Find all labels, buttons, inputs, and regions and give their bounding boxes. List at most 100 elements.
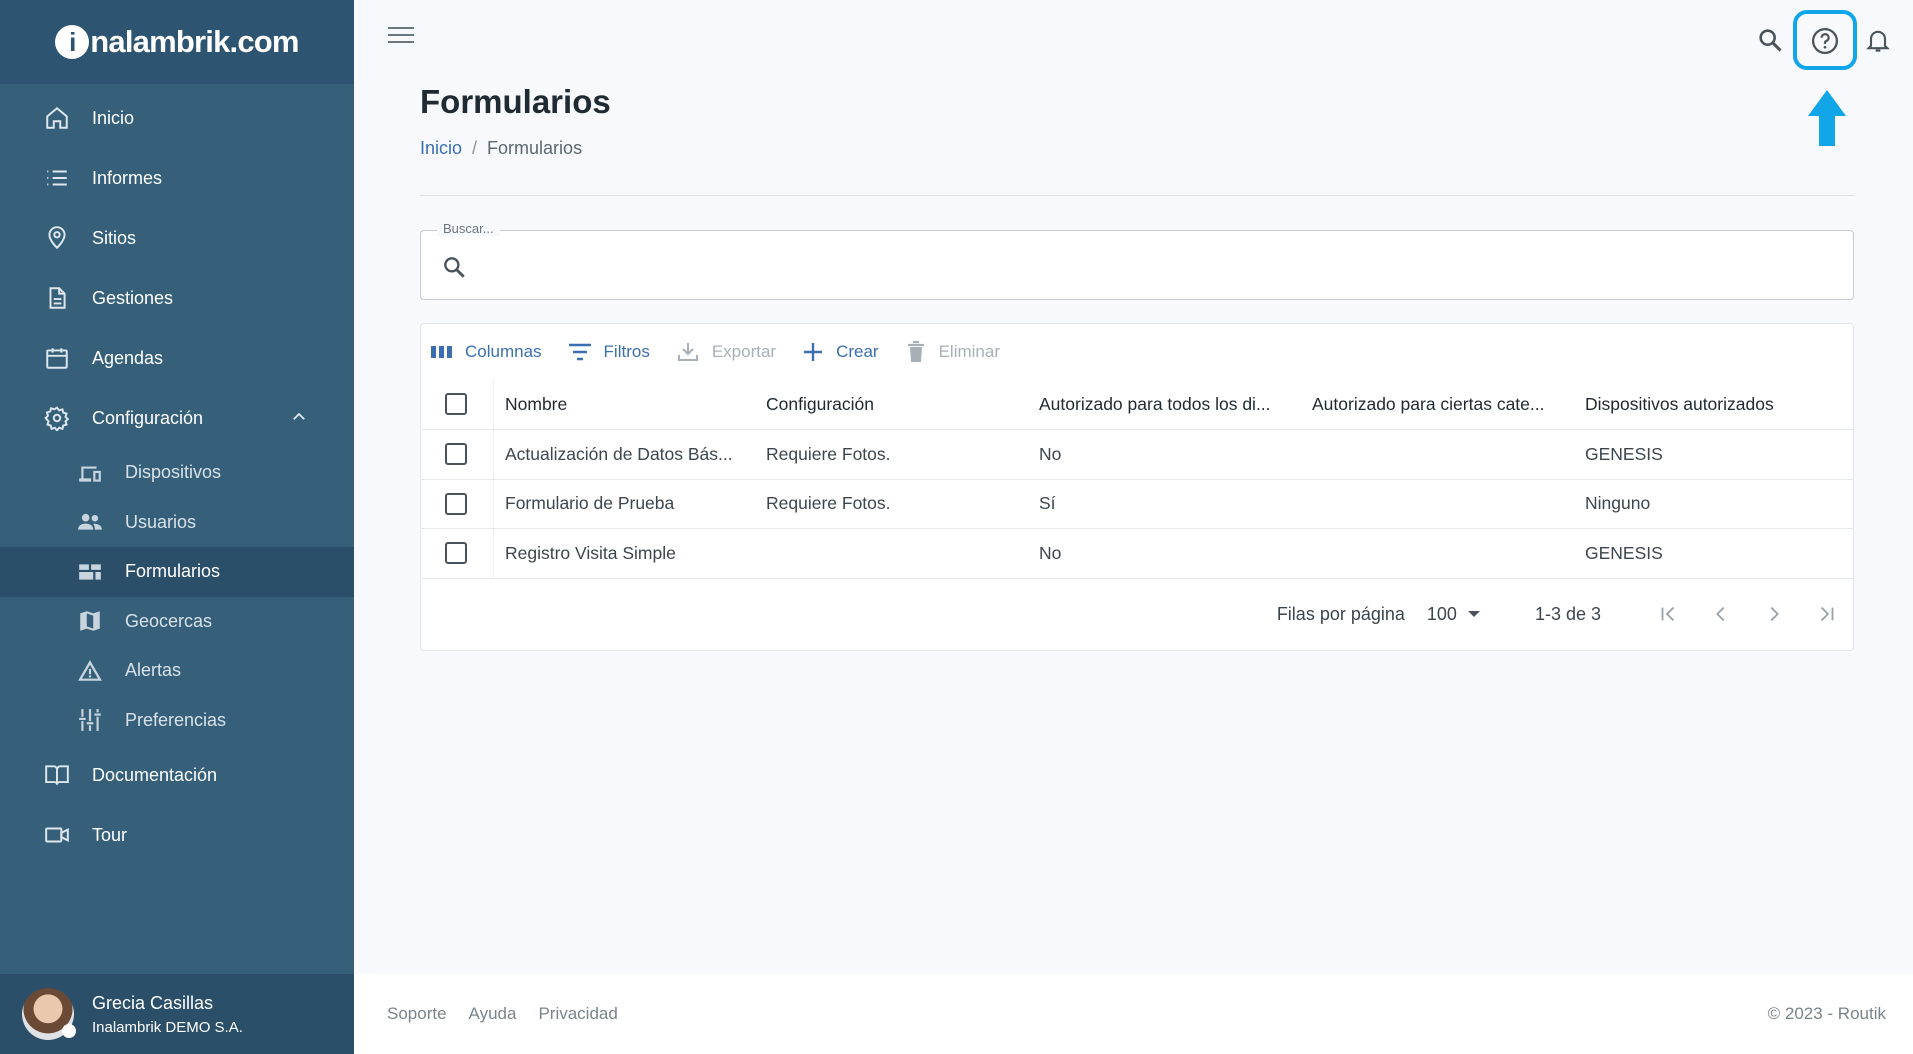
column-header-nombre[interactable]: Nombre [493, 380, 766, 429]
column-header-dispositivos[interactable]: Dispositivos autorizados [1585, 394, 1845, 415]
search-input[interactable]: Buscar... [420, 221, 1854, 300]
row-checkbox[interactable] [445, 443, 467, 466]
table-row[interactable]: Registro Visita Simple No GENESIS [421, 529, 1853, 579]
sidebar-item-label: Dispositivos [125, 462, 222, 483]
columns-button[interactable]: Columnas [431, 342, 542, 362]
sidebar-item-label: Formularios [125, 561, 221, 582]
logo-i: i [55, 25, 90, 59]
column-header-autorizado-todos[interactable]: Autorizado para todos los di... [1039, 394, 1312, 415]
table-row[interactable]: Formulario de Prueba Requiere Fotos. Sí … [421, 479, 1853, 529]
help-highlight-ring [1793, 10, 1857, 70]
warning-icon [75, 656, 105, 686]
columns-label: Columnas [465, 342, 542, 361]
forms-table: Columnas Filtros Exportar Crear Eliminar… [420, 323, 1854, 651]
cell-autorizado-todos: Sí [1039, 493, 1056, 514]
delete-button[interactable]: Eliminar [905, 340, 1000, 364]
users-icon [75, 507, 105, 537]
footer-link-ayuda[interactable]: Ayuda [469, 1004, 517, 1024]
page-title: Formularios [420, 83, 611, 120]
table-header-row: Nombre Configuración Autorizado para tod… [421, 380, 1853, 430]
last-page-icon[interactable] [1800, 603, 1853, 625]
footer-link-soporte[interactable]: Soporte [387, 1004, 447, 1024]
sidebar-item-usuarios[interactable]: Usuarios [0, 498, 354, 548]
sidebar-item-label: Sitios [92, 227, 137, 248]
user-org: Inalambrik DEMO S.A. [92, 1018, 243, 1036]
sidebar-item-label: Usuarios [125, 511, 197, 532]
cell-configuracion: Requiere Fotos. [766, 443, 891, 464]
rows-per-page-label: Filas por página [1276, 603, 1405, 624]
cell-nombre: Formulario de Prueba [493, 479, 766, 528]
user-profile[interactable]: Grecia Casillas Inalambrik DEMO S.A. [0, 974, 354, 1054]
download-icon [676, 340, 700, 364]
chevron-up-icon[interactable] [290, 408, 308, 431]
breadcrumb-separator: / [472, 138, 478, 158]
avatar [22, 988, 76, 1040]
cell-dispositivos: GENESIS [1585, 443, 1663, 464]
sidebar-item-formularios[interactable]: Formularios [0, 547, 354, 597]
arrow-up-icon [1807, 90, 1847, 151]
sidebar-item-tour[interactable]: Tour [0, 805, 354, 865]
list-icon [42, 163, 72, 193]
footer: Soporte Ayuda Privacidad © 2023 - Routik [354, 974, 1913, 1054]
sidebar-item-preferencias[interactable]: Preferencias [0, 696, 354, 746]
sidebar-item-alertas[interactable]: Alertas [0, 646, 354, 696]
create-button[interactable]: Crear [802, 341, 879, 363]
menu-icon[interactable] [388, 27, 414, 47]
breadcrumb: Inicio / Formularios [420, 138, 582, 159]
sidebar-item-sitios[interactable]: Sitios [0, 208, 354, 268]
sidebar-item-gestiones[interactable]: Gestiones [0, 268, 354, 328]
first-page-icon[interactable] [1641, 603, 1694, 625]
footer-link-privacidad[interactable]: Privacidad [538, 1004, 617, 1024]
columns-icon [431, 343, 453, 361]
forms-icon [75, 557, 105, 587]
devices-icon [75, 458, 105, 488]
copyright: © 2023 - Routik [1767, 1004, 1886, 1023]
table-row[interactable]: Actualización de Datos Bás... Requiere F… [421, 430, 1853, 480]
status-dot [62, 1024, 76, 1038]
row-checkbox[interactable] [445, 542, 467, 565]
table-toolbar: Columnas Filtros Exportar Crear Eliminar [421, 324, 1853, 380]
export-button[interactable]: Exportar [676, 340, 776, 364]
cell-autorizado-todos: No [1039, 443, 1062, 464]
breadcrumb-current: Formularios [487, 138, 583, 158]
sidebar-item-label: Inicio [92, 107, 135, 128]
search-icon [441, 254, 467, 285]
user-name: Grecia Casillas [92, 992, 214, 1013]
sidebar-item-label: Preferencias [125, 709, 227, 730]
breadcrumb-home-link[interactable]: Inicio [420, 138, 462, 158]
brand-logo[interactable]: i nalambrik.com [0, 0, 354, 84]
gear-icon [42, 403, 72, 433]
select-all-checkbox[interactable] [445, 393, 467, 416]
map-icon [75, 606, 105, 636]
book-icon [42, 760, 72, 790]
previous-page-icon[interactable] [1694, 603, 1747, 625]
rows-per-page-select[interactable]: 100 [1427, 604, 1481, 625]
row-checkbox[interactable] [445, 492, 467, 515]
search-icon[interactable] [1756, 26, 1784, 59]
delete-label: Eliminar [938, 342, 1000, 361]
sidebar-item-label: Informes [92, 167, 163, 188]
sidebar-item-inicio[interactable]: Inicio [0, 88, 354, 148]
caret-down-icon [1467, 611, 1480, 617]
sidebar-item-configuracion[interactable]: Configuración [0, 388, 354, 448]
next-page-icon[interactable] [1747, 603, 1800, 625]
video-icon [42, 820, 72, 850]
search-label: Buscar... [437, 221, 500, 236]
sidebar-item-geocercas[interactable]: Geocercas [0, 597, 354, 647]
sidebar-nav: Inicio Informes Sitios Gestiones Agendas… [0, 84, 354, 865]
cell-nombre: Actualización de Datos Bás... [493, 430, 766, 479]
cell-dispositivos: Ninguno [1585, 493, 1651, 514]
filters-button[interactable]: Filtros [568, 342, 650, 362]
column-header-configuracion[interactable]: Configuración [766, 394, 1039, 415]
sidebar-item-documentacion[interactable]: Documentación [0, 745, 354, 805]
sidebar-item-informes[interactable]: Informes [0, 148, 354, 208]
sidebar-item-dispositivos[interactable]: Dispositivos [0, 448, 354, 498]
home-icon [42, 103, 72, 133]
calendar-icon [42, 343, 72, 373]
sidebar-item-label: Tour [92, 824, 128, 845]
sidebar-item-agendas[interactable]: Agendas [0, 328, 354, 388]
column-header-autorizado-categorias[interactable]: Autorizado para ciertas cate... [1312, 394, 1585, 415]
bell-icon[interactable] [1864, 26, 1892, 59]
sidebar: i nalambrik.com Inicio Informes Sitios Ge… [0, 0, 354, 1054]
logo-text: nalambrik.com [90, 24, 299, 59]
